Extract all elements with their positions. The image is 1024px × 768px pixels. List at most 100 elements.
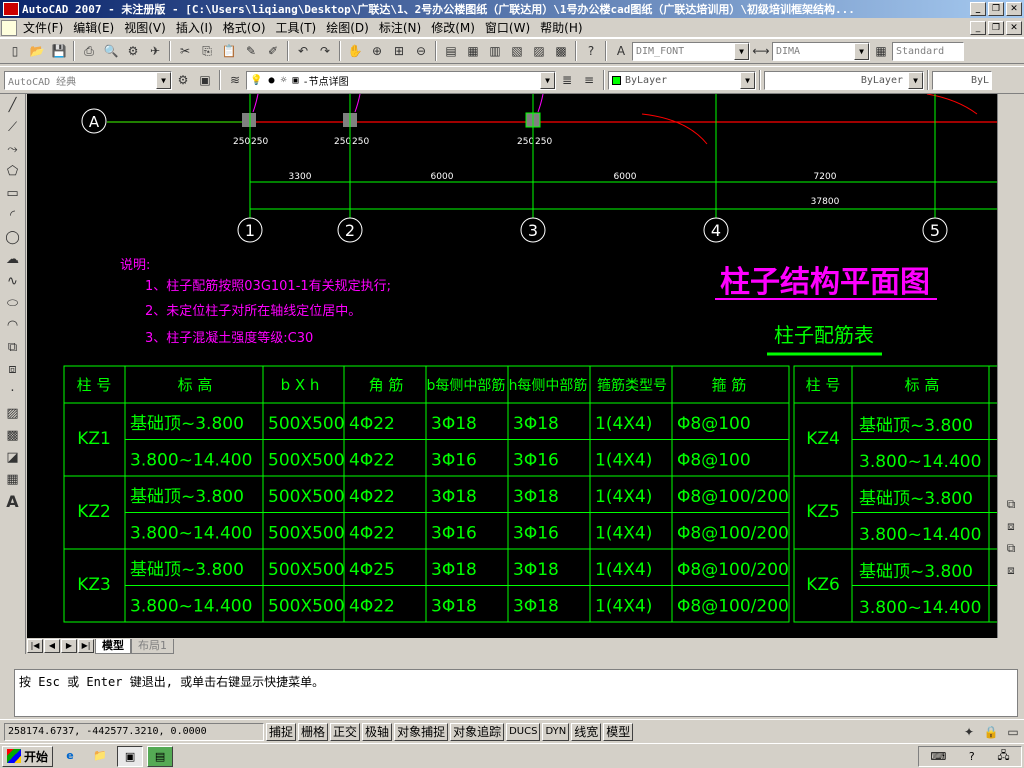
dyn-button[interactable]: DYN [542, 722, 570, 741]
doc-restore-button[interactable]: ❐ [988, 20, 1004, 35]
snap-button[interactable]: 捕捉 [266, 722, 297, 741]
zoom-previous-icon[interactable]: ⊖ [411, 41, 431, 61]
dimstyle-select[interactable]: DIM_FONT ▼ [632, 41, 750, 61]
lock-icon[interactable]: 🔒 [981, 722, 1001, 742]
tab-next-icon[interactable]: ▶ [61, 639, 77, 653]
polygon-icon[interactable]: ⬠ [2, 160, 24, 182]
toolpalettes-icon[interactable]: ▥ [485, 41, 505, 61]
menu-window[interactable]: 窗口(W) [480, 19, 535, 36]
menu-help[interactable]: 帮助(H) [535, 19, 587, 36]
layer-previous-icon[interactable]: ≡ [579, 70, 599, 90]
menu-format[interactable]: 格式(O) [218, 19, 271, 36]
tab-prev-icon[interactable]: ◀ [44, 639, 60, 653]
sheetset-icon[interactable]: ▧ [507, 41, 527, 61]
markup-icon[interactable]: ▨ [529, 41, 549, 61]
grid-button[interactable]: 栅格 [298, 722, 329, 741]
insert-block-icon[interactable]: ⧉ [2, 336, 24, 358]
keyboard-icon[interactable]: ⌨ [930, 750, 946, 763]
linetype-select[interactable]: ByLayer ▼ [764, 70, 924, 90]
menu-edit[interactable]: 编辑(E) [68, 19, 119, 36]
restore-button[interactable]: ❐ [988, 2, 1004, 16]
doc-close-button[interactable]: ✕ [1006, 20, 1022, 35]
menu-modify[interactable]: 修改(M) [426, 19, 480, 36]
xline-icon[interactable]: ⟋ [2, 116, 24, 138]
mtext-icon[interactable]: A [2, 490, 24, 512]
zoom-window-icon[interactable]: ⊞ [389, 41, 409, 61]
tab-layout1[interactable]: 布局1 [131, 638, 174, 654]
osnap-button[interactable]: 对象捕捉 [394, 722, 449, 741]
lineweight-button[interactable]: 线宽 [571, 722, 602, 741]
pan-icon[interactable]: ✋ [345, 41, 365, 61]
preview-icon[interactable]: 🔍 [101, 41, 121, 61]
ellipse-arc-icon[interactable]: ◠ [2, 314, 24, 336]
revcloud-icon[interactable]: ☁ [2, 248, 24, 270]
tab-first-icon[interactable]: |◀ [27, 639, 43, 653]
gradient-icon[interactable]: ▩ [2, 424, 24, 446]
drawing-canvas[interactable]: A 250 250 250 250 250 250 3300 6000 6000… [27, 94, 997, 638]
tab-model[interactable]: 模型 [95, 638, 131, 654]
zoom-realtime-icon[interactable]: ⊕ [367, 41, 387, 61]
print-icon[interactable]: ⎙ [79, 41, 99, 61]
polyline-icon[interactable]: ⤳ [2, 138, 24, 160]
arc-icon[interactable]: ◜ [2, 204, 24, 226]
layer-manager-icon[interactable]: ≋ [225, 70, 245, 90]
circle-icon[interactable]: ◯ [2, 226, 24, 248]
line-icon[interactable]: ╱ [2, 94, 24, 116]
paste-icon[interactable]: 📋 [219, 41, 239, 61]
spline-icon[interactable]: ∿ [2, 270, 24, 292]
make-block-icon[interactable]: ⧈ [2, 358, 24, 380]
close-button[interactable]: ✕ [1006, 2, 1022, 16]
workspace-settings-icon[interactable]: ⚙ [173, 70, 193, 90]
communication-icon[interactable]: ✦ [959, 722, 979, 742]
menu-file[interactable]: 文件(F) [18, 19, 68, 36]
textstyle-select[interactable]: DIMA ▼ [772, 41, 870, 61]
network-icon[interactable]: 🖧 [997, 747, 1009, 766]
color-select[interactable]: ByLayer ▼ [608, 70, 756, 90]
hatch-icon[interactable]: ▨ [2, 402, 24, 424]
menu-draw[interactable]: 绘图(D) [321, 19, 374, 36]
workspace-select[interactable]: AutoCAD 经典 ▼ [4, 70, 172, 90]
block-editor-icon[interactable]: ✐ [263, 41, 283, 61]
ducs-button[interactable]: DUCS [506, 722, 541, 741]
command-line[interactable]: 按 Esc 或 Enter 键退出, 或单击右键显示快捷菜单。 [14, 669, 1018, 717]
point-icon[interactable]: · [2, 380, 24, 402]
bring-above-icon[interactable]: ⧉ [1001, 538, 1021, 558]
help-tray-icon[interactable]: ? [969, 750, 975, 763]
tab-last-icon[interactable]: ▶| [78, 639, 94, 653]
menu-tools[interactable]: 工具(T) [271, 19, 322, 36]
menu-view[interactable]: 视图(V) [119, 19, 171, 36]
layer-select[interactable]: 💡 ● ☼ ▣ -节点详图 ▼ [246, 70, 556, 90]
doc-icon[interactable] [1, 19, 17, 36]
ellipse-icon[interactable]: ⬭ [2, 292, 24, 314]
redo-icon[interactable]: ↷ [315, 41, 335, 61]
table-icon[interactable]: ▦ [2, 468, 24, 490]
polar-button[interactable]: 极轴 [362, 722, 393, 741]
menu-insert[interactable]: 插入(I) [171, 19, 218, 36]
ortho-button[interactable]: 正交 [330, 722, 361, 741]
folder-icon[interactable]: 📁 [87, 746, 113, 767]
lineweight-select[interactable]: ByL [932, 70, 992, 90]
make-current-layer-icon[interactable]: ≣ [557, 70, 577, 90]
matchprop-icon[interactable]: ✎ [241, 41, 261, 61]
send-back-icon[interactable]: ⧈ [1001, 516, 1021, 536]
minimize-button[interactable]: _ [970, 2, 986, 16]
publish-icon[interactable]: ⚙ [123, 41, 143, 61]
copy-icon[interactable]: ⎘ [197, 41, 217, 61]
open-icon[interactable]: 📂 [27, 41, 47, 61]
undo-icon[interactable]: ↶ [293, 41, 313, 61]
bring-front-icon[interactable]: ⧉ [1001, 494, 1021, 514]
etransmit-icon[interactable]: ✈ [145, 41, 165, 61]
autocad-task-icon[interactable]: ▣ [117, 745, 144, 767]
model-button[interactable]: 模型 [603, 722, 634, 741]
app-task-icon[interactable]: ▤ [147, 745, 174, 767]
menu-dimension[interactable]: 标注(N) [374, 19, 426, 36]
doc-minimize-button[interactable]: _ [970, 20, 986, 35]
clean-screen-icon[interactable]: ▭ [1003, 722, 1023, 742]
region-icon[interactable]: ◪ [2, 446, 24, 468]
tablestyle-select[interactable]: Standard [892, 41, 964, 61]
help-icon[interactable]: ? [581, 41, 601, 61]
ie-icon[interactable]: e [57, 746, 83, 767]
designcenter-icon[interactable]: ▦ [463, 41, 483, 61]
otrack-button[interactable]: 对象追踪 [450, 722, 505, 741]
workspace-save-icon[interactable]: ▣ [195, 70, 215, 90]
